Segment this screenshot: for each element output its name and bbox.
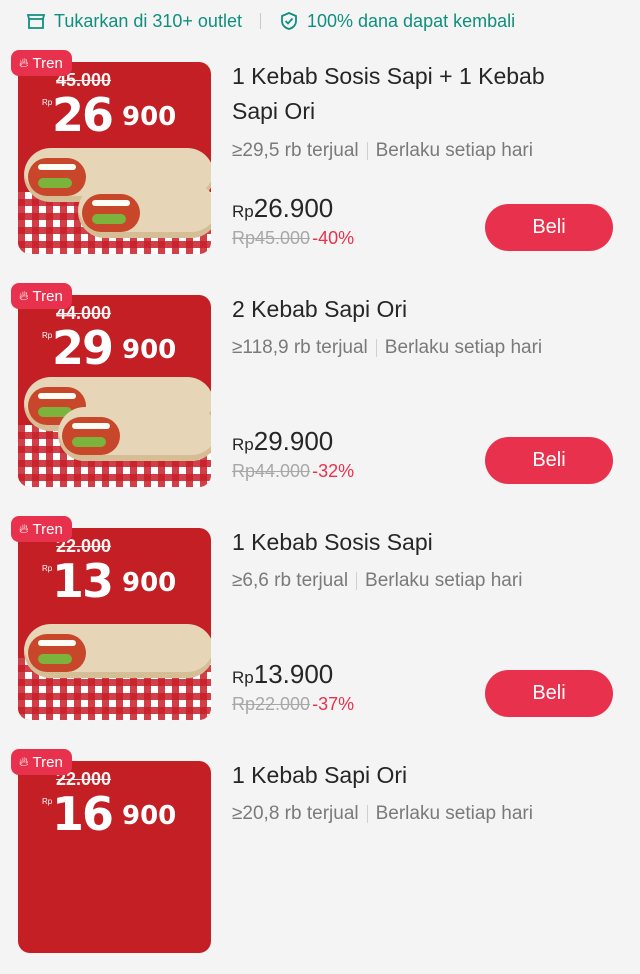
original-price: Rp22.000 -37% — [232, 694, 355, 714]
flame-icon: 🔥︎ — [19, 55, 29, 70]
trend-badge: 🔥︎ Tren — [11, 283, 72, 309]
product-meta: ≥6,6 rb terjual Berlaku setiap hari — [232, 570, 522, 592]
trend-badge: 🔥︎ Tren — [11, 749, 72, 775]
image-price-major: 26 — [52, 88, 114, 142]
refund-info: 100% dana dapat kembali — [279, 11, 515, 32]
product-title[interactable]: 1 Kebab Sosis Sapi + 1 Kebab Sapi Ori — [232, 59, 612, 129]
validity: Berlaku setiap hari — [375, 803, 533, 824]
refund-text: 100% dana dapat kembali — [306, 10, 516, 31]
kebab-graphic — [78, 184, 211, 238]
sold-count: ≥6,6 rb terjual — [232, 570, 349, 591]
sold-count: ≥29,5 rb terjual — [232, 140, 359, 161]
image-price-minor: 900 — [122, 568, 177, 598]
store-icon — [26, 14, 46, 29]
image-price-minor: 900 — [122, 335, 177, 365]
buy-button[interactable]: Beli — [485, 437, 613, 484]
validity: Berlaku setiap hari — [375, 140, 533, 161]
original-price: Rp45.000 -40% — [232, 228, 355, 248]
flame-icon: 🔥︎ — [19, 754, 29, 769]
buy-button[interactable]: Beli — [485, 204, 613, 251]
image-currency: Rp — [42, 564, 53, 573]
product-image[interactable]: 44.000 Rp 29 900 — [18, 295, 211, 487]
kebab-graphic — [58, 407, 211, 461]
sold-count: ≥20,8 rb terjual — [232, 803, 359, 824]
validity: Berlaku setiap hari — [384, 337, 543, 358]
product-image[interactable]: 45.000 Rp 26 900 — [18, 62, 211, 254]
deal-item[interactable]: 🔥︎ Tren 22.000 Rp 13 900 1 Kebab Sosis Sa… — [0, 508, 640, 741]
deal-item[interactable]: 🔥︎ Tren 22.000 Rp 16 900 1 Kebab Sapi Ori… — [0, 741, 640, 974]
discount-badge: -37% — [312, 694, 355, 714]
shield-check-icon — [281, 12, 297, 30]
product-meta: ≥20,8 rb terjual Berlaku setiap hari — [232, 803, 533, 825]
trend-badge: 🔥︎ Tren — [11, 516, 72, 542]
price: Rp26.900 — [232, 193, 334, 223]
original-price: Rp44.000 -32% — [232, 461, 355, 481]
product-meta: ≥118,9 rb terjual Berlaku setiap hari — [232, 337, 542, 359]
image-currency: Rp — [42, 98, 53, 107]
trend-badge: 🔥︎ Tren — [11, 50, 72, 76]
product-title[interactable]: 1 Kebab Sosis Sapi — [232, 525, 612, 560]
product-title[interactable]: 2 Kebab Sapi Ori — [232, 292, 612, 327]
image-price-major: 29 — [52, 321, 114, 375]
outlet-text: Tukarkan di 310+ outlet — [54, 10, 242, 31]
price: Rp29.900 — [232, 426, 334, 456]
image-price-minor: 900 — [122, 801, 177, 831]
product-title[interactable]: 1 Kebab Sapi Ori — [232, 758, 612, 793]
info-bar: Tukarkan di 310+ outlet 100% dana dapat … — [0, 0, 640, 42]
divider — [259, 13, 261, 29]
image-price-major: 13 — [52, 554, 114, 608]
deal-item[interactable]: 🔥︎ Tren 45.000 Rp 26 900 1 Kebab Sosis Sa… — [0, 42, 640, 275]
product-image[interactable]: 22.000 Rp 16 900 — [18, 761, 211, 953]
flame-icon: 🔥︎ — [19, 288, 29, 303]
image-price-minor: 900 — [122, 102, 177, 132]
discount-badge: -32% — [312, 461, 355, 481]
kebab-graphic — [24, 624, 211, 678]
image-currency: Rp — [42, 797, 53, 806]
price: Rp13.900 — [232, 659, 334, 689]
buy-button[interactable]: Beli — [485, 670, 613, 717]
image-currency: Rp — [42, 331, 53, 340]
outlet-info: Tukarkan di 310+ outlet — [26, 11, 242, 32]
discount-badge: -40% — [312, 228, 355, 248]
image-price-major: 16 — [52, 787, 114, 841]
deal-item[interactable]: 🔥︎ Tren 44.000 Rp 29 900 2 Kebab Sapi Ori… — [0, 275, 640, 508]
product-meta: ≥29,5 rb terjual Berlaku setiap hari — [232, 140, 533, 162]
flame-icon: 🔥︎ — [19, 521, 29, 536]
validity: Berlaku setiap hari — [365, 570, 523, 591]
product-image[interactable]: 22.000 Rp 13 900 — [18, 528, 211, 720]
sold-count: ≥118,9 rb terjual — [232, 337, 368, 358]
